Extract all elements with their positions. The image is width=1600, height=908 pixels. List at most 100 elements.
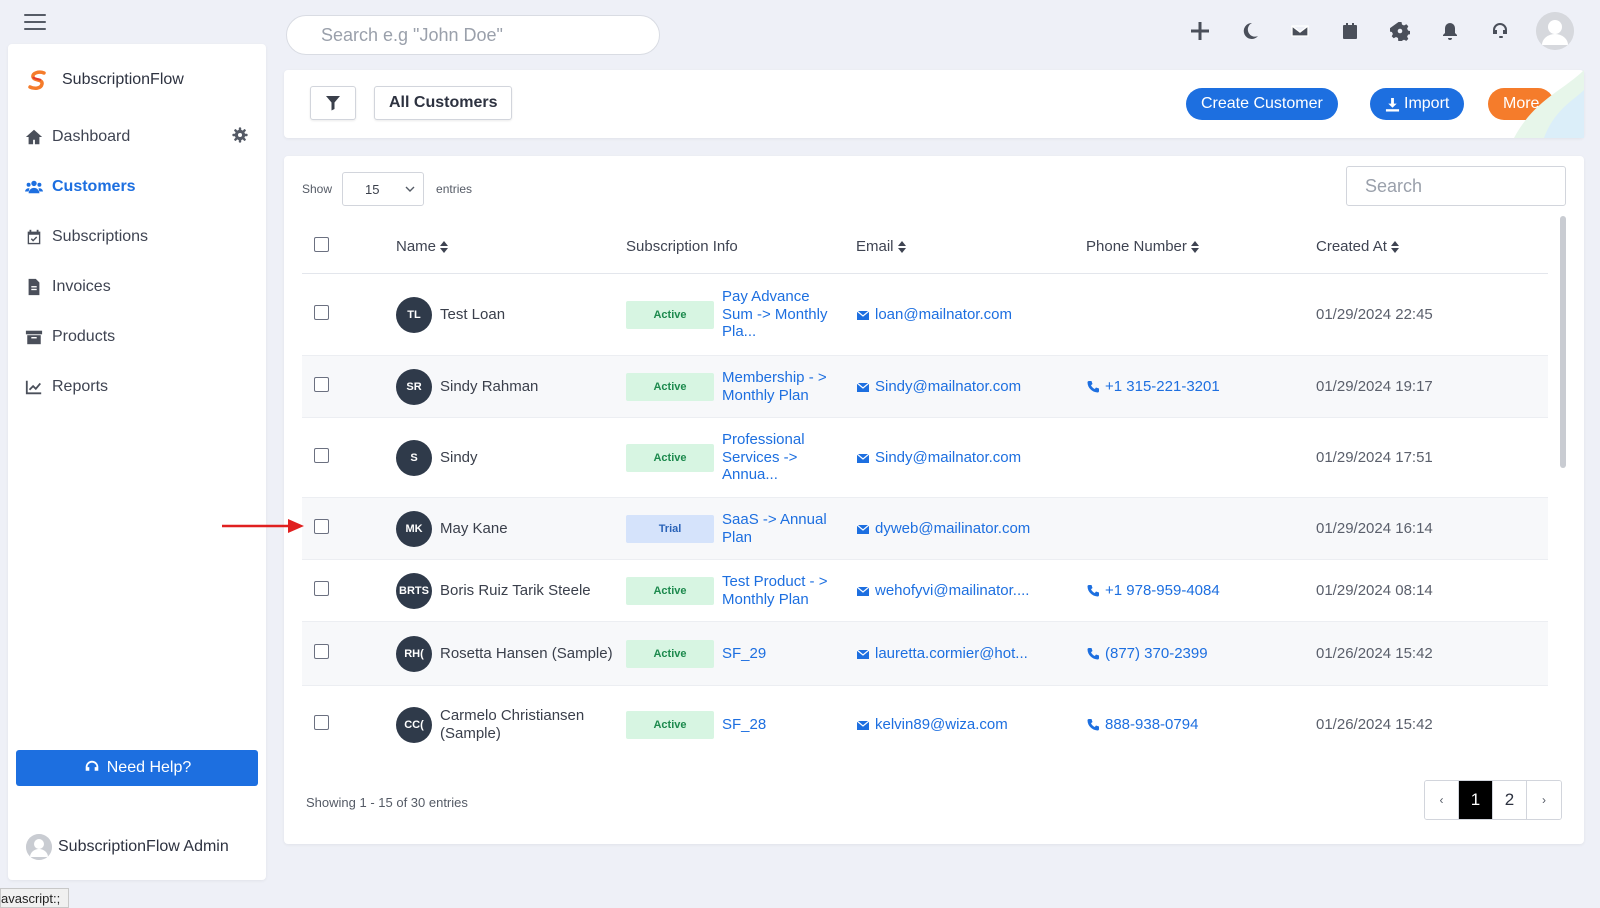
dashboard-settings-gear-icon[interactable] (232, 127, 250, 145)
mail-icon (856, 451, 875, 465)
email-text: lauretta.cormier@hot... (875, 645, 1028, 662)
sidebar-item-label: Products (52, 328, 116, 345)
gear-icon[interactable] (1388, 19, 1412, 43)
entries-label: entries (436, 182, 473, 196)
row-checkbox[interactable] (314, 305, 329, 320)
invoice-icon (24, 277, 44, 297)
sidebar-item-label: Dashboard (52, 128, 131, 145)
pagination: ‹ 1 2 › (1424, 780, 1562, 820)
sidebar-item-reports[interactable]: Reports (24, 362, 250, 412)
created-at: 01/29/2024 17:51 (1316, 449, 1433, 466)
row-checkbox[interactable] (314, 715, 329, 730)
need-help-button[interactable]: Need Help? (16, 750, 258, 786)
sidebar-item-subscriptions[interactable]: Subscriptions (24, 212, 250, 262)
subscription-plan-link[interactable]: Professional Services -> Annua... (722, 431, 834, 484)
table-row: CC(Carmelo Christiansen (Sample) Active SF… (302, 686, 1548, 758)
subscription-plan-link[interactable]: SaaS -> Annual Plan (722, 511, 834, 546)
customer-name-link[interactable]: Rosetta Hansen (Sample) (440, 645, 613, 663)
subscription-plan-link[interactable]: SF_28 (722, 716, 834, 734)
row-checkbox[interactable] (314, 644, 329, 659)
column-header-name[interactable]: Name (396, 238, 626, 255)
row-checkbox[interactable] (314, 377, 329, 392)
table-row: S Sindy Active Professional Services -> Ann… (302, 418, 1548, 498)
create-customer-button[interactable]: Create Customer (1186, 88, 1338, 120)
all-customers-view-button[interactable]: All Customers (374, 86, 513, 120)
table-row: BRTS Boris Ruiz Tarik Steele Active Test Pr… (302, 560, 1548, 622)
column-header-phone[interactable]: Phone Number (1086, 238, 1316, 255)
select-all-checkbox[interactable] (314, 237, 329, 252)
annotation-arrow (222, 519, 304, 533)
prev-page-button[interactable]: ‹ (1425, 781, 1459, 819)
phone-link[interactable]: +1 978-959-4084 (1086, 582, 1316, 599)
created-at: 01/29/2024 08:14 (1316, 582, 1433, 599)
customers-table-card: Show 15 entries Name Subscription Info E… (284, 156, 1584, 844)
page-button-2[interactable]: 2 (1493, 781, 1527, 819)
page-button-1[interactable]: 1 (1459, 781, 1493, 819)
filter-button[interactable] (310, 86, 356, 120)
customer-name-link[interactable]: May Kane (440, 520, 508, 538)
mail-icon (856, 647, 875, 661)
email-link[interactable]: Sindy@mailnator.com (856, 378, 1086, 395)
phone-link[interactable]: +1 315-221-3201 (1086, 378, 1316, 395)
customer-name-link[interactable]: Test Loan (440, 306, 505, 324)
table-scrollbar[interactable] (1560, 216, 1566, 468)
email-link[interactable]: wehofyvi@mailinator.... (856, 582, 1086, 599)
customer-name-link[interactable]: Boris Ruiz Tarik Steele (440, 582, 591, 600)
email-link[interactable]: kelvin89@wiza.com (856, 716, 1086, 733)
email-link[interactable]: lauretta.cormier@hot... (856, 645, 1086, 662)
subscription-plan-link[interactable]: SF_29 (722, 645, 834, 663)
table-header: Name Subscription Info Email Phone Numbe… (302, 220, 1548, 274)
customer-name-link[interactable]: Carmelo Christiansen (Sample) (440, 707, 626, 743)
row-checkbox[interactable] (314, 581, 329, 596)
subscription-plan-link[interactable]: Membership - > Monthly Plan (722, 369, 834, 404)
subscription-plan-link[interactable]: Test Product - > Monthly Plan (722, 573, 834, 608)
headset-icon[interactable] (1488, 19, 1512, 43)
calendar-icon[interactable] (1338, 19, 1362, 43)
email-link[interactable]: dyweb@mailinator.com (856, 520, 1086, 537)
table-body: TL Test Loan Active Pay Advance Sum -> Mont… (302, 274, 1548, 758)
next-page-button[interactable]: › (1527, 781, 1561, 819)
bell-icon[interactable] (1438, 19, 1462, 43)
brand-name: SubscriptionFlow (62, 71, 184, 88)
email-link[interactable]: loan@mailnator.com (856, 306, 1086, 323)
email-link[interactable]: Sindy@mailnator.com (856, 449, 1086, 466)
column-label: Subscription Info (626, 238, 738, 255)
sidebar-item-products[interactable]: Products (24, 312, 250, 362)
global-search-input[interactable] (286, 15, 660, 55)
moon-icon[interactable] (1238, 19, 1262, 43)
phone-text: (877) 370-2399 (1105, 645, 1208, 662)
admin-avatar (26, 834, 52, 860)
page-size-select[interactable]: 15 (342, 172, 425, 206)
phone-link[interactable]: 888-938-0794 (1086, 716, 1316, 733)
menu-toggle-icon[interactable] (24, 14, 46, 30)
customer-avatar: RH( (396, 635, 432, 672)
table-search-input[interactable] (1346, 166, 1566, 206)
email-text: dyweb@mailinator.com (875, 520, 1031, 537)
sidebar-item-label: Invoices (52, 278, 111, 295)
row-checkbox[interactable] (314, 519, 329, 534)
mail-icon (856, 718, 875, 732)
brand[interactable]: SubscriptionFlow (26, 68, 184, 92)
mail-icon[interactable] (1288, 19, 1312, 43)
user-avatar[interactable] (1536, 12, 1574, 50)
column-header-email[interactable]: Email (856, 238, 1086, 255)
row-checkbox[interactable] (314, 448, 329, 463)
customer-name-link[interactable]: Sindy Rahman (440, 378, 538, 396)
subscription-plan-link[interactable]: Pay Advance Sum -> Monthly Pla... (722, 288, 834, 341)
column-header-subscription-info: Subscription Info (626, 238, 856, 255)
sidebar-item-dashboard[interactable]: Dashboard (24, 112, 250, 162)
sidebar-item-customers[interactable]: Customers (24, 162, 250, 212)
customer-name-link[interactable]: Sindy (440, 449, 478, 467)
column-header-created-at[interactable]: Created At (1316, 238, 1548, 255)
top-icon-bar (1162, 12, 1574, 50)
phone-text: +1 978-959-4084 (1105, 582, 1220, 599)
created-at: 01/29/2024 16:14 (1316, 520, 1433, 537)
sidebar-item-invoices[interactable]: Invoices (24, 262, 250, 312)
import-button[interactable]: Import (1370, 88, 1465, 120)
plus-icon[interactable] (1188, 19, 1212, 43)
phone-link[interactable]: (877) 370-2399 (1086, 645, 1316, 662)
phone-icon (1086, 647, 1105, 661)
headset-icon (85, 760, 99, 771)
admin-profile[interactable]: SubscriptionFlow Admin (26, 834, 229, 860)
table-row: RH(Rosetta Hansen (Sample) Active SF_29 lau… (302, 622, 1548, 686)
